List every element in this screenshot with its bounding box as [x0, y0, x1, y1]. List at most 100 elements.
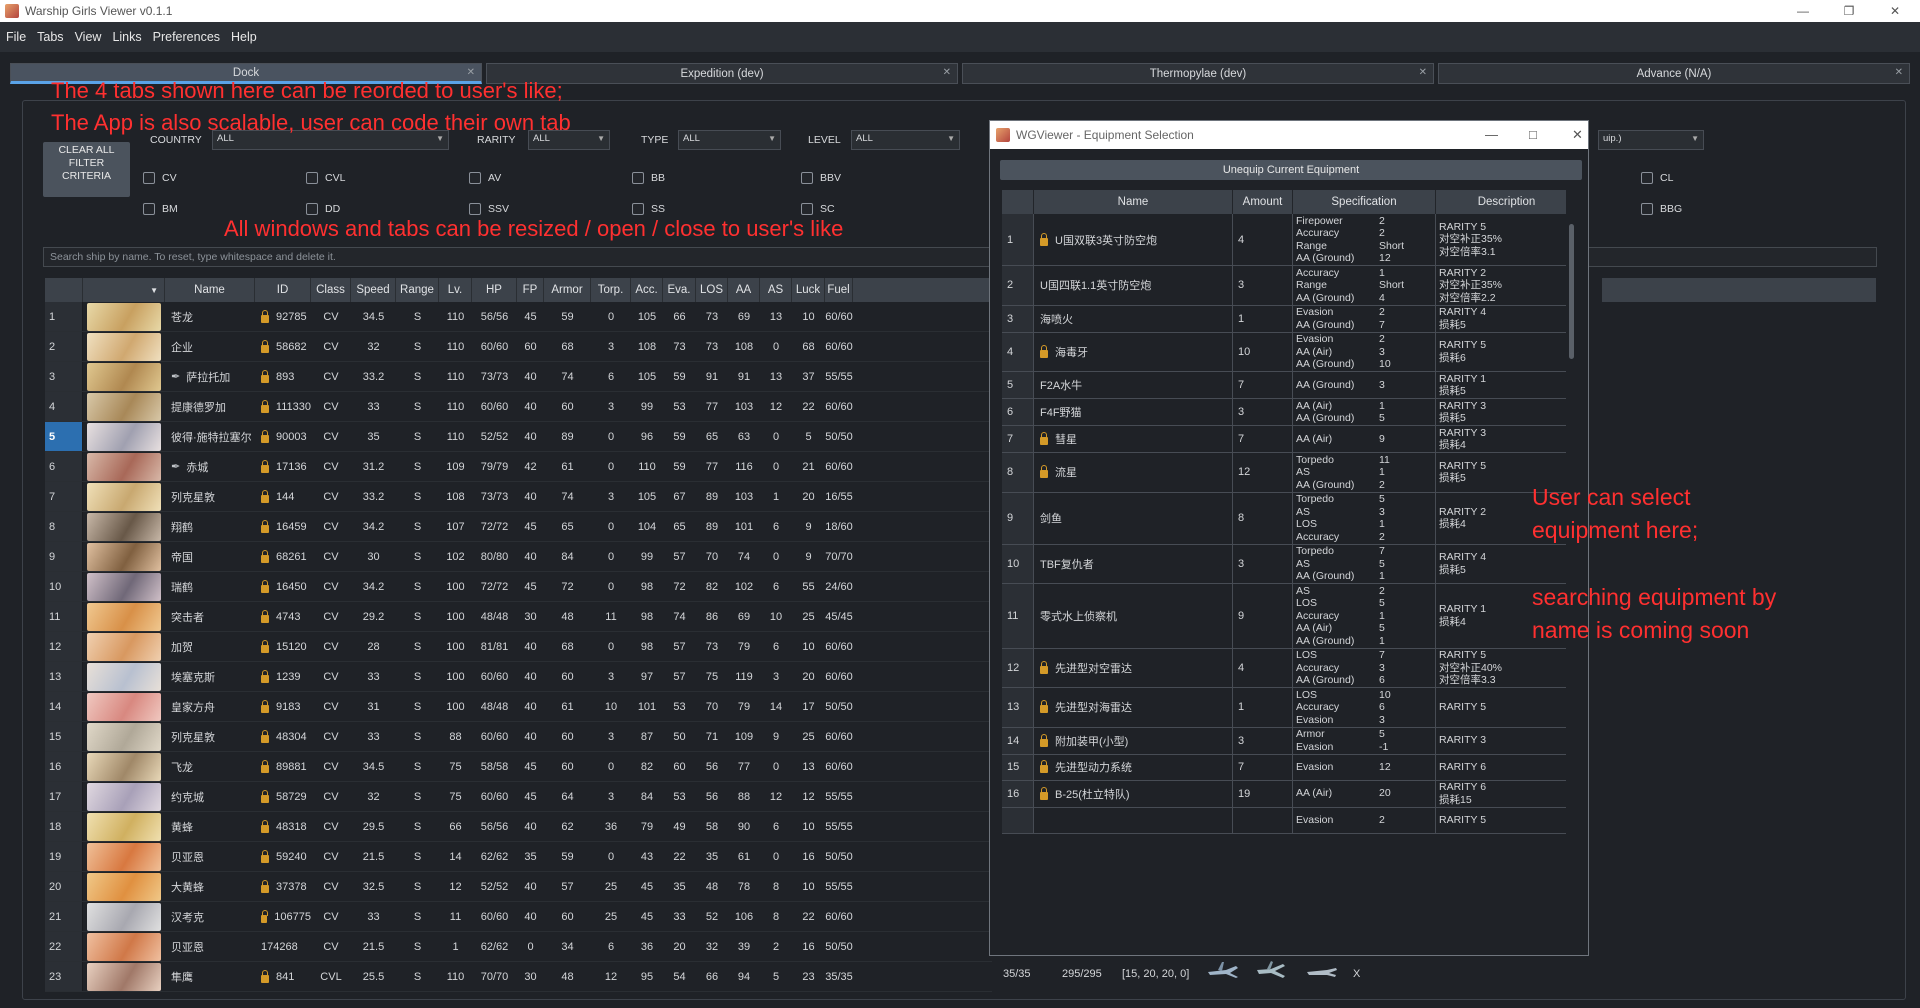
- row-number[interactable]: 9: [45, 542, 83, 571]
- equipment-row[interactable]: 13 先进型对海雷达 1 LOS 10 Accuracy 6 Evasion 3 RARITY 5: [1002, 688, 1577, 728]
- lock-icon[interactable]: [261, 459, 269, 473]
- menu-help[interactable]: Help: [231, 30, 257, 44]
- table-row[interactable]: 12 加贺 15120 CV 28 S 100 81/81 40 68 0 98 57 73 79 6 10 60…: [45, 632, 992, 662]
- row-number[interactable]: 12: [45, 632, 83, 661]
- checkbox-box[interactable]: [306, 172, 318, 184]
- row-number[interactable]: 5: [45, 422, 83, 451]
- header-class[interactable]: Class: [311, 278, 351, 302]
- table-row[interactable]: 21 汉考克 106775 CV 33 S 11 60/60 40 60 25 45 33 52 106 8 2…: [45, 902, 992, 932]
- equip-header-name[interactable]: Name: [1034, 190, 1233, 214]
- row-number[interactable]: 1: [45, 302, 83, 331]
- equipment-row[interactable]: 14 附加装甲(小型) 3 Armor 5 Evasion -1 RARITY 3: [1002, 727, 1577, 755]
- table-row[interactable]: 6 ✒ 赤城 17136 CV 31.2 S 109 79/79 42 61 0 110 59 77 116 0…: [45, 452, 992, 482]
- maximize-icon[interactable]: ❐: [1829, 0, 1869, 22]
- row-number[interactable]: 2: [45, 332, 83, 361]
- close-icon[interactable]: ✕: [1875, 0, 1915, 22]
- lock-icon[interactable]: [261, 399, 269, 413]
- header-range[interactable]: Range: [396, 278, 439, 302]
- close-icon[interactable]: ✕: [1572, 127, 1583, 143]
- row-number[interactable]: 6: [45, 452, 83, 481]
- menu-file[interactable]: File: [6, 30, 26, 44]
- header-aa[interactable]: AA: [728, 278, 760, 302]
- header-fp[interactable]: FP: [517, 278, 544, 302]
- tab-close-icon[interactable]: ✕: [1419, 67, 1427, 78]
- checkbox-cvl[interactable]: CVL: [306, 172, 345, 184]
- tab-thermopylae[interactable]: Thermopylae (dev) ✕: [962, 63, 1434, 84]
- table-row[interactable]: 3 ✒ 萨拉托加 893 CV 33.2 S 110 73/73 40 74 6 105 59 91 91 13…: [45, 362, 992, 392]
- checkbox-sc[interactable]: SC: [801, 203, 835, 215]
- menu-view[interactable]: View: [75, 30, 102, 44]
- row-number[interactable]: 16: [45, 752, 83, 781]
- checkbox-ssv[interactable]: SSV: [469, 203, 509, 215]
- equipment-row[interactable]: 6 F4F野猫 3 AA (Air) 1 AA (Ground) 5 RARITY 3 损耗5: [1002, 399, 1577, 426]
- table-row[interactable]: 16 飞龙 89881 CV 34.5 S 75 58/58 45 60 0 82 60 56 77 0 13 6…: [45, 752, 992, 782]
- checkbox-cl[interactable]: CL: [1641, 172, 1673, 184]
- checkbox-bm[interactable]: BM: [143, 203, 178, 215]
- plane-icon[interactable]: [1206, 960, 1240, 982]
- checkbox-box[interactable]: [1641, 172, 1653, 184]
- level-select[interactable]: ALL ▼: [851, 130, 960, 150]
- lock-icon[interactable]: [1040, 760, 1048, 773]
- equipment-row[interactable]: 1 U国双联3英寸防空炮 4 Firepower 2 Accuracy 2 Range Shor…: [1002, 214, 1577, 266]
- row23-close-icon[interactable]: X: [1353, 968, 1360, 980]
- row-number[interactable]: 10: [45, 572, 83, 601]
- lock-icon[interactable]: [1040, 733, 1048, 747]
- lock-icon[interactable]: [261, 849, 269, 863]
- header-level[interactable]: Lv.: [439, 278, 472, 302]
- checkbox-av[interactable]: AV: [469, 172, 501, 184]
- checkbox-box[interactable]: [306, 203, 318, 215]
- table-row[interactable]: 18 黄蜂 48318 CV 29.5 S 66 56/56 40 62 36 79 49 58 90 6 10…: [45, 812, 992, 842]
- menu-preferences[interactable]: Preferences: [153, 30, 220, 44]
- table-row[interactable]: 5 彼得·施特拉塞尔 90003 CV 35 S 110 52/52 40 89 0 96 59 65 63…: [45, 422, 992, 452]
- menu-tabs[interactable]: Tabs: [37, 30, 63, 44]
- lock-icon[interactable]: [261, 759, 269, 773]
- row-number[interactable]: 8: [45, 512, 83, 541]
- unequip-button[interactable]: Unequip Current Equipment: [1000, 160, 1582, 180]
- equip-select[interactable]: uip.) ▼: [1598, 130, 1704, 150]
- row-number[interactable]: 3: [45, 362, 83, 391]
- equipment-row[interactable]: 15 先进型动力系统 7 Evasion 12 RARITY 6: [1002, 754, 1577, 781]
- lock-icon[interactable]: [261, 489, 269, 503]
- menu-links[interactable]: Links: [112, 30, 141, 44]
- tab-advance[interactable]: Advance (N/A) ✕: [1438, 63, 1910, 84]
- checkbox-box[interactable]: [801, 172, 813, 184]
- table-row[interactable]: 8 翔鹤 16459 CV 34.2 S 107 72/72 45 65 0 104 65 89 101 6 9…: [45, 512, 992, 542]
- equipment-row[interactable]: 16 B-25(杜立特队) 19 AA (Air) 20 RARITY 6 损耗15: [1002, 780, 1577, 808]
- lock-icon[interactable]: [1040, 465, 1048, 479]
- lock-icon[interactable]: [261, 579, 269, 593]
- lock-icon[interactable]: [261, 909, 269, 923]
- checkbox-ss[interactable]: SS: [632, 203, 665, 215]
- table-row[interactable]: 19 贝亚恩 59240 CV 21.5 S 14 62/62 35 59 0 43 22 35 61 0 16…: [45, 842, 992, 872]
- header-speed[interactable]: Speed: [351, 278, 396, 302]
- tab-close-icon[interactable]: ✕: [1895, 67, 1903, 78]
- equipment-row[interactable]: 9 剑鱼 8 Torpedo 5 AS 3 LOS 1 Accuracy 2 RARITY 2 损耗4: [1002, 492, 1577, 545]
- ship-search-input[interactable]: Search ship by name. To reset, type whit…: [43, 247, 1877, 267]
- header-hp[interactable]: HP: [472, 278, 517, 302]
- table-row[interactable]: 1 苍龙 92785 CV 34.5 S 110 56/56 45 59 0 105 66 73 69 13 1…: [45, 302, 992, 332]
- header-id[interactable]: ID: [255, 278, 311, 302]
- table-row[interactable]: 22 贝亚恩 174268 CV 21.5 S 1 62/62 0 34 6 36 20 32 39 2 16 5…: [45, 932, 992, 962]
- table-row[interactable]: 4 提康德罗加 111330 CV 33 S 110 60/60 40 60 3 99 53 77 103 1…: [45, 392, 992, 422]
- header-fuel[interactable]: Fuel: [825, 278, 853, 302]
- table-row[interactable]: 13 埃塞克斯 1239 CV 33 S 100 60/60 40 60 3 97 57 75 119 3 20…: [45, 662, 992, 692]
- lock-icon[interactable]: [1040, 232, 1048, 246]
- table-row[interactable]: 10 瑞鹤 16450 CV 34.2 S 100 72/72 45 72 0 98 72 82 102 6 5…: [45, 572, 992, 602]
- header-los[interactable]: LOS: [696, 278, 728, 302]
- checkbox-box[interactable]: [469, 172, 481, 184]
- header-eva[interactable]: Eva.: [663, 278, 696, 302]
- equipment-row[interactable]: 5 F2A水牛 7 AA (Ground) 3 RARITY 1 损耗5: [1002, 372, 1577, 399]
- checkbox-box[interactable]: [1641, 203, 1653, 215]
- equipment-row[interactable]: 11 零式水上侦察机 9 AS 2 LOS 5 Accuracy 1 AA (Air) 5 AA (G…: [1002, 584, 1577, 649]
- lock-icon[interactable]: [261, 789, 269, 803]
- equipment-row[interactable]: Evasion 2 RARITY 5: [1002, 807, 1577, 834]
- lock-icon[interactable]: [261, 339, 269, 353]
- plane-icon[interactable]: [1305, 960, 1339, 982]
- maximize-icon[interactable]: □: [1529, 127, 1537, 142]
- header-armor[interactable]: Armor: [544, 278, 591, 302]
- header-acc[interactable]: Acc.: [631, 278, 663, 302]
- scrollbar-thumb[interactable]: [1569, 224, 1574, 359]
- row-number[interactable]: 15: [45, 722, 83, 751]
- lock-icon[interactable]: [261, 729, 269, 743]
- checkbox-box[interactable]: [632, 172, 644, 184]
- header-name[interactable]: Name: [165, 278, 255, 302]
